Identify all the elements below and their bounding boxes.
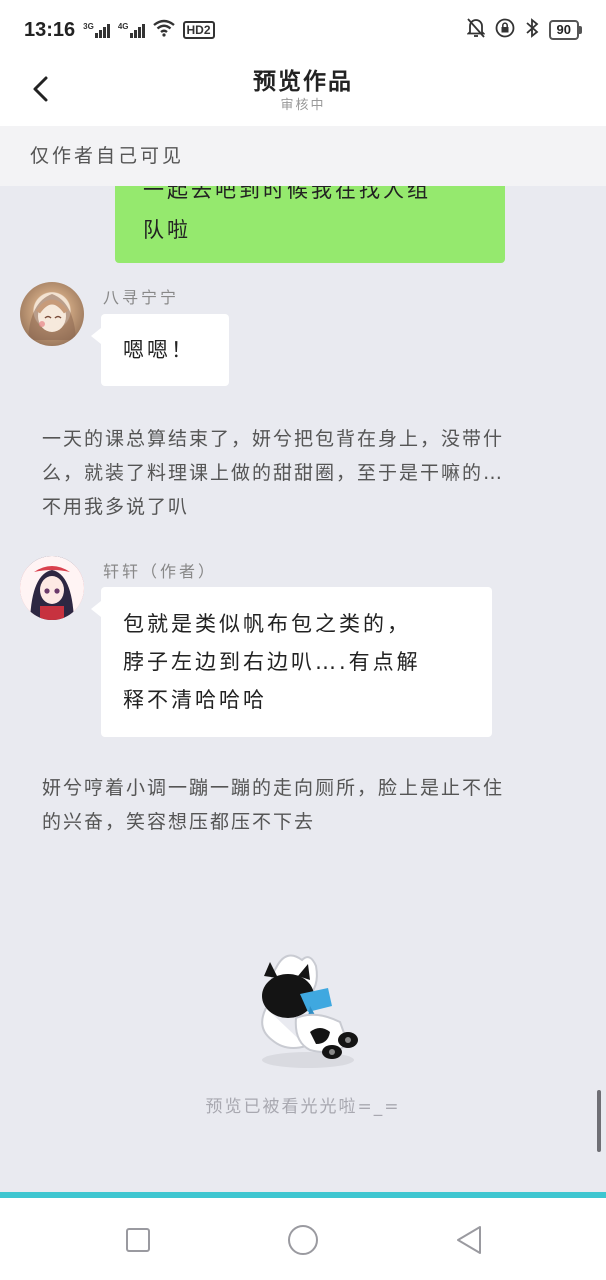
avatar[interactable]: [20, 282, 84, 346]
status-right: 90: [465, 17, 582, 43]
page-title: 预览作品: [253, 69, 353, 95]
hd-voice-icon: HD2: [182, 21, 215, 39]
circle-icon: [288, 1225, 318, 1255]
status-bar: 13:16 3G 4G HD2 90: [0, 0, 606, 60]
chat-content[interactable]: 一起去吧到时候我在找人组 队啦 八寻宁宁 嗯嗯！ 一天的课总算结束了，妍兮把包背…: [0, 186, 606, 1192]
narration-text: 一天的课总算结束了，妍兮把包背在身上，没带什 么，就装了料理课上做的甜甜圈，至于…: [42, 428, 505, 518]
sender-name: 轩轩（作者）: [103, 562, 218, 581]
recent-apps-button[interactable]: [118, 1220, 158, 1260]
author-avatar[interactable]: [20, 556, 84, 620]
home-button[interactable]: [283, 1220, 323, 1260]
bubble-line: 队啦: [143, 218, 191, 242]
green-chat-bubble: 一起去吧到时候我在找人组 队啦: [115, 186, 505, 263]
triangle-back-icon: [457, 1226, 481, 1254]
scrollbar[interactable]: [597, 1090, 601, 1152]
mascot-illustration: [236, 948, 372, 1072]
wifi-icon: [152, 19, 175, 42]
square-icon: [126, 1228, 150, 1252]
bubble-line: 一起去吧到时候我在找人组: [143, 186, 431, 202]
chat-bubble: 嗯嗯！: [91, 314, 229, 386]
chat-bubble: 包就是类似帆布包之类的， 脖子左边到右边叭….有点解 释不清哈哈哈: [91, 587, 492, 737]
nav-bar: 预览作品 审核中: [0, 60, 606, 126]
lock-circle-icon: [495, 18, 515, 43]
end-of-preview-text: 预览已被看光光啦=_=: [205, 1097, 401, 1117]
sender-name: 八寻宁宁: [103, 288, 180, 307]
signal-4g-icon: 4G: [118, 22, 145, 38]
signal-3g-icon: 3G: [83, 22, 110, 38]
clock: 13:16: [24, 18, 76, 41]
bell-muted-icon: [465, 17, 486, 43]
status-left: 13:16 3G 4G HD2: [24, 19, 215, 42]
bluetooth-icon: [525, 17, 539, 43]
system-back-button[interactable]: [449, 1220, 489, 1260]
narration-text: 妍兮哼着小调一蹦一蹦的走向厕所，脸上是止不住 的兴奋，笑容想压都压不下去: [42, 777, 505, 833]
visibility-notice: 仅作者自己可见: [0, 126, 606, 186]
battery-icon: 90: [548, 20, 582, 40]
system-nav-bar: [0, 1198, 606, 1280]
page-subtitle: 审核中: [280, 98, 326, 113]
